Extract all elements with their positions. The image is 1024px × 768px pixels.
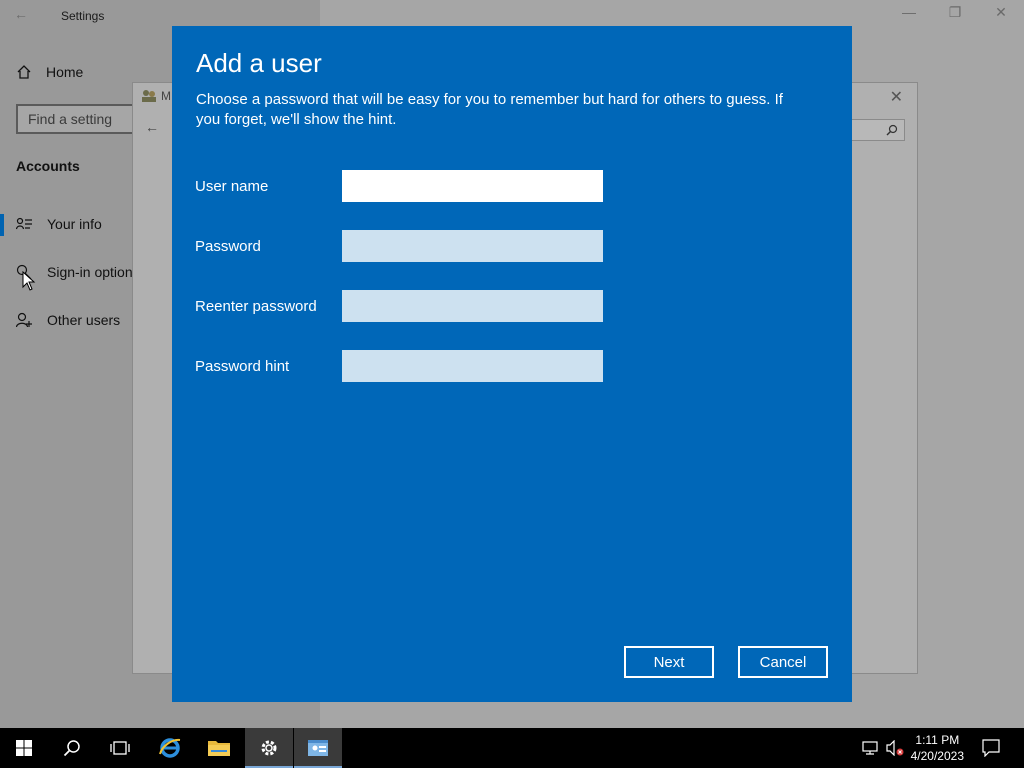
reenter-password-input[interactable] bbox=[342, 290, 603, 322]
nav-item-label: Sign-in option bbox=[47, 264, 133, 280]
task-view-button[interactable] bbox=[96, 728, 144, 768]
user-accounts-title: M bbox=[141, 89, 171, 103]
user-accounts-icon bbox=[308, 740, 328, 756]
internet-explorer-button[interactable] bbox=[146, 728, 194, 768]
add-user-dialog: Add a user Choose a password that will b… bbox=[172, 26, 852, 702]
user-name-label: User name bbox=[195, 178, 269, 195]
next-button[interactable]: Next bbox=[624, 646, 714, 678]
close-button[interactable]: ✕ bbox=[991, 4, 1011, 21]
users-icon bbox=[142, 90, 156, 102]
taskbar: 1:11 PM 4/20/2023 bbox=[0, 728, 1024, 768]
gear-icon bbox=[261, 740, 277, 756]
notification-icon bbox=[982, 739, 1000, 757]
search-icon bbox=[886, 124, 898, 136]
nav-item-label: Other users bbox=[47, 312, 121, 328]
search-icon bbox=[63, 740, 80, 757]
volume-muted-icon[interactable] bbox=[886, 740, 904, 756]
nav-item-label: Your info bbox=[47, 216, 102, 232]
restore-button[interactable]: ❐ bbox=[945, 4, 965, 21]
nav-home[interactable]: Home bbox=[16, 64, 83, 80]
taskbar-search-button[interactable] bbox=[48, 728, 96, 768]
clock-date: 4/20/2023 bbox=[910, 749, 964, 763]
settings-taskbar-button[interactable] bbox=[245, 728, 293, 768]
clock-time: 1:11 PM bbox=[915, 733, 960, 747]
minimize-button[interactable]: — bbox=[899, 4, 919, 20]
internet-explorer-icon bbox=[159, 738, 181, 758]
settings-title: Settings bbox=[61, 9, 105, 23]
password-label: Password bbox=[195, 238, 261, 255]
windows-logo-icon bbox=[16, 740, 32, 756]
add-person-icon bbox=[16, 312, 32, 328]
password-hint-input[interactable] bbox=[342, 350, 603, 382]
nav-item-your-info[interactable]: Your info bbox=[16, 216, 102, 232]
folder-icon bbox=[208, 741, 230, 756]
nav-item-other-users[interactable]: Other users bbox=[16, 312, 120, 328]
password-hint-label: Password hint bbox=[195, 358, 290, 375]
action-center-button[interactable] bbox=[968, 728, 1014, 768]
reenter-password-label: Reenter password bbox=[195, 298, 317, 315]
user-accounts-taskbar-button[interactable] bbox=[294, 728, 342, 768]
file-explorer-button[interactable] bbox=[195, 728, 243, 768]
password-input[interactable] bbox=[342, 230, 603, 262]
nav-home-label: Home bbox=[46, 64, 84, 80]
dialog-title: Add a user bbox=[196, 48, 322, 78]
system-tray bbox=[862, 728, 904, 768]
task-view-icon bbox=[110, 741, 130, 755]
taskbar-clock[interactable]: 1:11 PM 4/20/2023 bbox=[911, 732, 964, 764]
nav-selection-indicator bbox=[0, 214, 4, 236]
person-card-icon bbox=[16, 217, 32, 230]
user-accounts-close-button[interactable]: ✕ bbox=[890, 87, 903, 107]
mouse-cursor-icon bbox=[22, 271, 36, 291]
cancel-button[interactable]: Cancel bbox=[738, 646, 828, 678]
dialog-description: Choose a password that will be easy for … bbox=[196, 91, 783, 128]
nav-section-title: Accounts bbox=[16, 158, 80, 174]
user-accounts-title-text: M bbox=[161, 89, 171, 103]
user-accounts-search-box[interactable] bbox=[845, 119, 905, 141]
start-button[interactable] bbox=[0, 728, 48, 768]
back-arrow-icon[interactable]: ← bbox=[14, 6, 28, 22]
back-arrow-icon[interactable]: ← bbox=[145, 119, 159, 135]
network-icon[interactable] bbox=[862, 741, 878, 755]
user-name-input[interactable] bbox=[342, 170, 603, 202]
find-setting-placeholder: Find a setting bbox=[28, 111, 113, 127]
home-icon bbox=[17, 65, 31, 79]
